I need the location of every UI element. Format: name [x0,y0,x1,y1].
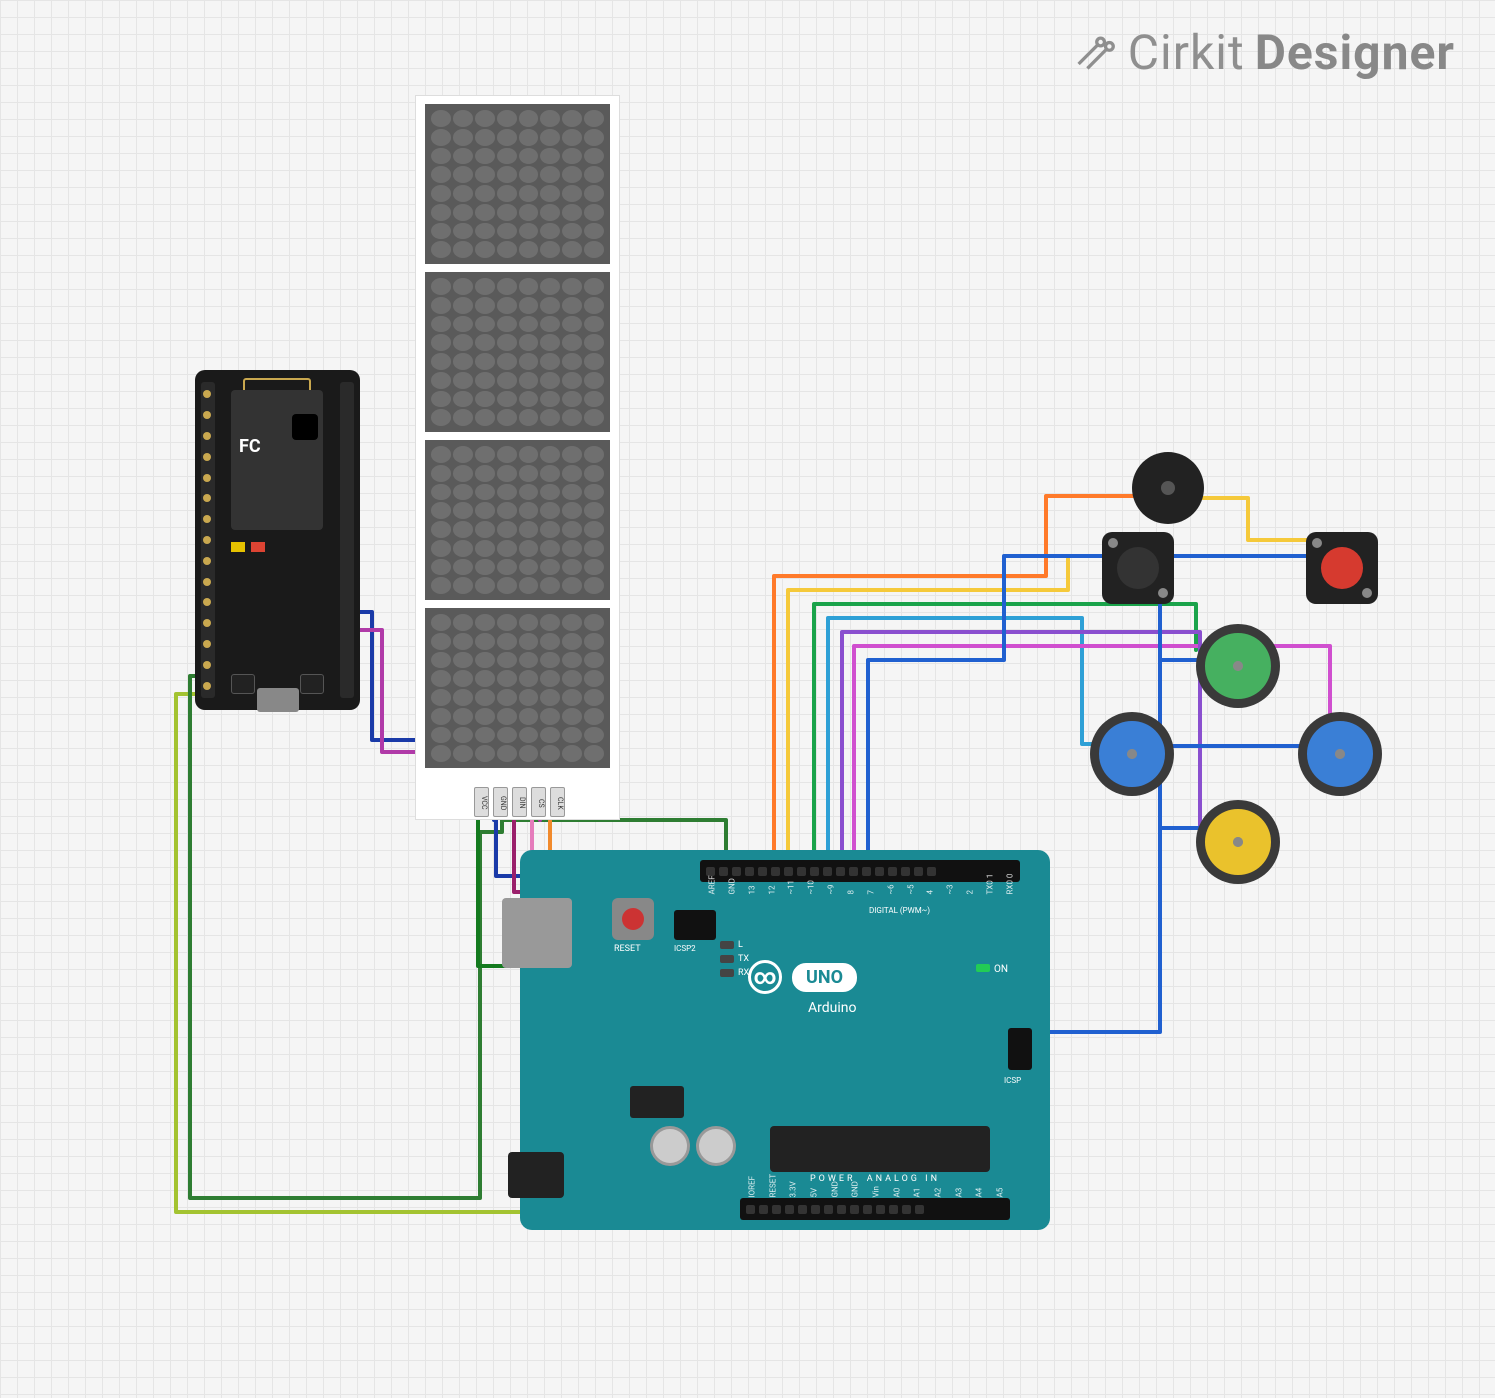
button-yellow[interactable] [1196,800,1280,884]
matrix-pin-gnd[interactable]: GND [493,787,508,817]
uno-usb-port [502,898,572,968]
esp-flash-button[interactable] [300,674,324,694]
uno-analog-label: ANALOG IN [867,1174,940,1184]
uno-power-analog-header[interactable] [740,1198,1010,1220]
uno-badge: UNO [792,963,857,992]
matrix-pin-din[interactable]: DIN [512,787,527,817]
led-matrix-panel-3 [425,440,610,600]
button-cap [1205,633,1271,699]
led-matrix-panel-2 [425,272,610,432]
uno-icsp2-header[interactable] [674,910,716,940]
arduino-uno[interactable]: AREFGND1312~11~10~987~6~54~32TX0 1RX0 0 … [520,850,1050,1230]
app-brand: Cirkit Designer [1072,24,1455,81]
led-matrix-panel-1 [425,104,610,264]
wifi-icon [292,414,318,440]
uno-logo: ∞ UNO [748,960,857,994]
esp-reset-button[interactable] [231,674,255,694]
uno-atmega-chip [770,1126,990,1172]
uno-bot-pin-labels: IOREFRESET3.3V5VGNDGNDVinA0A1A2A3A4A5 [746,1187,1006,1196]
button-cap [1321,547,1363,589]
uno-power-label: POWER [810,1174,856,1184]
brand-logo-icon [1072,31,1116,75]
uno-brand-text: Arduino [808,1000,856,1016]
uno-on-led: ON [976,964,1008,975]
uno-icsp-header[interactable] [1008,1028,1032,1070]
button-blue-right[interactable] [1298,712,1382,796]
led-matrix-pins: VCC GND DIN CS CLK [474,787,565,817]
esp-led-yellow [231,542,245,552]
button-cap [1117,547,1159,589]
esp-fcc-badge: FC [239,436,261,457]
esp8266-nodemcu[interactable]: FC [195,370,360,710]
uno-reset-button[interactable] [612,898,654,940]
uno-power-jack [508,1152,564,1198]
uno-capacitors [650,1126,736,1166]
matrix-pin-clk[interactable]: CLK [550,787,565,817]
uno-digital-header[interactable] [700,860,1020,882]
uno-top-pin-labels: AREFGND1312~11~10~987~6~54~32TX0 1RX0 0 [706,884,1016,893]
uno-tx-rx-leds: L TX RX [720,938,749,980]
led-matrix-panel-4 [425,608,610,768]
button-blue-left[interactable] [1090,712,1174,796]
uno-reset-label: RESET [614,944,641,954]
button-red[interactable] [1306,532,1378,604]
piezo-buzzer[interactable] [1132,452,1204,524]
esp-pins-right[interactable] [342,384,352,696]
matrix-pin-vcc[interactable]: VCC [474,787,489,817]
esp-usb-port [257,688,299,712]
brand-word-1: Cirkit [1128,24,1245,81]
esp-rf-shield [231,390,323,530]
infinity-icon: ∞ [748,960,782,994]
button-cap [1205,809,1271,875]
uno-regulator [630,1086,684,1118]
esp-pins-left[interactable] [203,384,213,696]
uno-digital-section-label: DIGITAL (PWM~) [869,906,930,915]
button-green[interactable] [1196,624,1280,708]
button-cap [1099,721,1165,787]
matrix-pin-cs[interactable]: CS [531,787,546,817]
button-cap [1307,721,1373,787]
brand-word-2: Designer [1255,24,1455,81]
esp-led-red [251,542,265,552]
button-black[interactable] [1102,532,1174,604]
led-matrix-module[interactable]: VCC GND DIN CS CLK [415,95,620,820]
